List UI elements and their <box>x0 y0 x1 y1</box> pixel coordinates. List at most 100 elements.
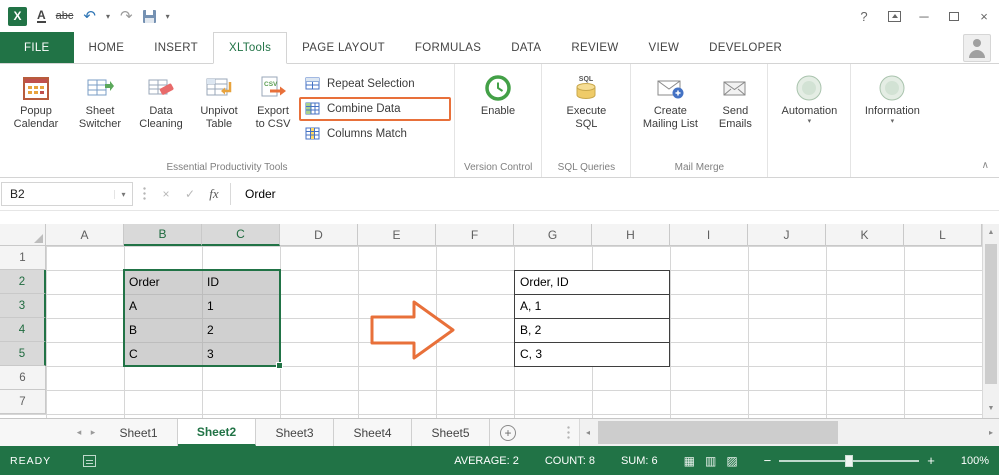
cancel-button[interactable]: × <box>154 187 178 201</box>
horizontal-scrollbar[interactable]: ◂ ▸ <box>579 419 999 446</box>
export-to-csv-button[interactable]: CSV Export to CSV <box>247 66 299 160</box>
scroll-down-icon[interactable]: ▼ <box>983 401 999 417</box>
vertical-scroll-thumb[interactable] <box>985 244 997 384</box>
zoom-slider-thumb[interactable] <box>845 454 854 467</box>
column-header-L[interactable]: L <box>904 224 982 246</box>
tab-file[interactable]: FILE <box>0 32 74 63</box>
cell-B3[interactable]: A <box>124 294 202 318</box>
cell-C5[interactable]: 3 <box>202 342 280 366</box>
close-button[interactable]: × <box>969 0 999 32</box>
data-cleaning-button[interactable]: Data Cleaning <box>131 66 191 160</box>
tab-data[interactable]: DATA <box>496 32 556 63</box>
enter-button[interactable]: ✓ <box>178 187 202 201</box>
cell-G3-result[interactable]: A, 1 <box>514 294 670 319</box>
column-header-H[interactable]: H <box>592 224 670 246</box>
cell-B4[interactable]: B <box>124 318 202 342</box>
name-box-dropdown-icon[interactable]: ▾ <box>114 189 132 199</box>
column-header-F[interactable]: F <box>436 224 514 246</box>
popup-calendar-button[interactable]: Popup Calendar <box>3 66 69 160</box>
insert-function-button[interactable]: fx <box>202 186 226 202</box>
repeat-selection-button[interactable]: Repeat Selection <box>299 72 451 96</box>
underline-button[interactable]: A <box>37 9 46 23</box>
tab-home[interactable]: HOME <box>74 32 140 63</box>
row-header-6[interactable]: 6 <box>0 366 46 390</box>
sheet-switcher-button[interactable]: Sheet Switcher <box>69 66 131 160</box>
cell-C3[interactable]: 1 <box>202 294 280 318</box>
execute-sql-button[interactable]: SQL Execute SQL <box>545 66 627 160</box>
tab-insert[interactable]: INSERT <box>139 32 213 63</box>
tab-page-layout[interactable]: PAGE LAYOUT <box>287 32 400 63</box>
sheet-tab-sheet3[interactable]: Sheet3 <box>256 419 334 446</box>
column-header-E[interactable]: E <box>358 224 436 246</box>
sheet-nav-right-icon[interactable]: ▸ <box>86 419 100 446</box>
column-header-I[interactable]: I <box>670 224 748 246</box>
cell-C2[interactable]: ID <box>202 270 280 294</box>
vertical-scrollbar[interactable]: ▲ ▼ <box>982 224 999 418</box>
new-sheet-button[interactable]: + <box>500 424 516 441</box>
cell-G2-result[interactable]: Order, ID <box>514 270 670 295</box>
column-header-D[interactable]: D <box>280 224 358 246</box>
collapse-ribbon-button[interactable]: ∧ <box>982 160 989 171</box>
tab-developer[interactable]: DEVELOPER <box>694 32 797 63</box>
send-emails-button[interactable]: Send Emails <box>706 66 764 160</box>
sheet-tab-sheet2[interactable]: Sheet2 <box>178 419 256 446</box>
cell-B5[interactable]: C <box>124 342 202 366</box>
column-header-G[interactable]: G <box>514 224 592 246</box>
tab-view[interactable]: VIEW <box>634 32 695 63</box>
sheet-tab-sheet4[interactable]: Sheet4 <box>334 419 412 446</box>
column-header-K[interactable]: K <box>826 224 904 246</box>
select-all-button[interactable] <box>0 224 46 246</box>
combine-data-button[interactable]: Combine Data <box>299 97 451 121</box>
horizontal-scroll-thumb[interactable] <box>598 421 838 444</box>
page-layout-view-button[interactable]: ▥ <box>705 454 716 468</box>
cell-G4-result[interactable]: B, 2 <box>514 318 670 343</box>
zoom-in-button[interactable]: + <box>927 453 935 468</box>
tab-split-grip[interactable] <box>566 424 571 441</box>
macro-record-icon[interactable] <box>83 454 97 467</box>
maximize-button[interactable] <box>939 0 969 32</box>
sheet-tab-sheet5[interactable]: Sheet5 <box>412 419 490 446</box>
automation-button[interactable]: Automation ▾ <box>771 66 847 160</box>
tab-xltools[interactable]: XLTools <box>212 32 288 64</box>
zoom-slider[interactable] <box>779 454 920 467</box>
formula-input[interactable]: Order <box>235 187 276 201</box>
row-header-1[interactable]: 1 <box>0 246 46 270</box>
row-header-5[interactable]: 5 <box>0 342 46 366</box>
cell-C4[interactable]: 2 <box>202 318 280 342</box>
tab-review[interactable]: REVIEW <box>556 32 633 63</box>
information-button[interactable]: Information ▾ <box>854 66 930 160</box>
redo-button[interactable]: ↷ <box>120 7 133 25</box>
scroll-up-icon[interactable]: ▲ <box>983 225 999 241</box>
row-header-3[interactable]: 3 <box>0 294 46 318</box>
sheet-nav-left-icon[interactable]: ◂ <box>72 419 86 446</box>
columns-match-button[interactable]: Columns Match <box>299 122 451 146</box>
unpivot-table-button[interactable]: Unpivot Table <box>191 66 247 160</box>
row-header-2[interactable]: 2 <box>0 270 46 294</box>
sheet-tab-sheet1[interactable]: Sheet1 <box>100 419 178 446</box>
minimize-button[interactable]: ─ <box>909 0 939 32</box>
create-mailing-list-button[interactable]: Create Mailing List <box>634 66 706 160</box>
column-header-A[interactable]: A <box>46 224 124 246</box>
undo-button[interactable]: ↶ <box>83 7 96 25</box>
horizontal-scroll-track[interactable] <box>596 419 983 446</box>
save-button[interactable] <box>142 9 156 23</box>
enable-version-control-button[interactable]: Enable <box>458 66 538 160</box>
scroll-left-icon[interactable]: ◂ <box>580 428 596 437</box>
cell-B2[interactable]: Order <box>124 270 202 294</box>
name-box[interactable]: B2 ▾ <box>1 182 133 206</box>
ribbon-display-options-button[interactable] <box>879 0 909 32</box>
zoom-level-button[interactable]: 100% <box>961 455 989 467</box>
tab-formulas[interactable]: FORMULAS <box>400 32 496 63</box>
row-header-4[interactable]: 4 <box>0 318 46 342</box>
user-avatar[interactable] <box>963 33 991 62</box>
column-header-C[interactable]: C <box>202 224 280 246</box>
normal-view-button[interactable]: ▦ <box>684 454 695 468</box>
fill-handle[interactable] <box>276 362 283 369</box>
qat-customize-button[interactable]: ▾ <box>166 12 170 21</box>
formula-bar-grip[interactable] <box>142 186 147 202</box>
column-header-J[interactable]: J <box>748 224 826 246</box>
cell-G5-result[interactable]: C, 3 <box>514 342 670 367</box>
grid-area[interactable]: A B C D E F G H I J K L 1 2 3 4 5 6 7 Or… <box>0 224 982 418</box>
undo-dropdown-icon[interactable]: ▾ <box>106 12 110 21</box>
zoom-out-button[interactable]: − <box>764 453 772 468</box>
